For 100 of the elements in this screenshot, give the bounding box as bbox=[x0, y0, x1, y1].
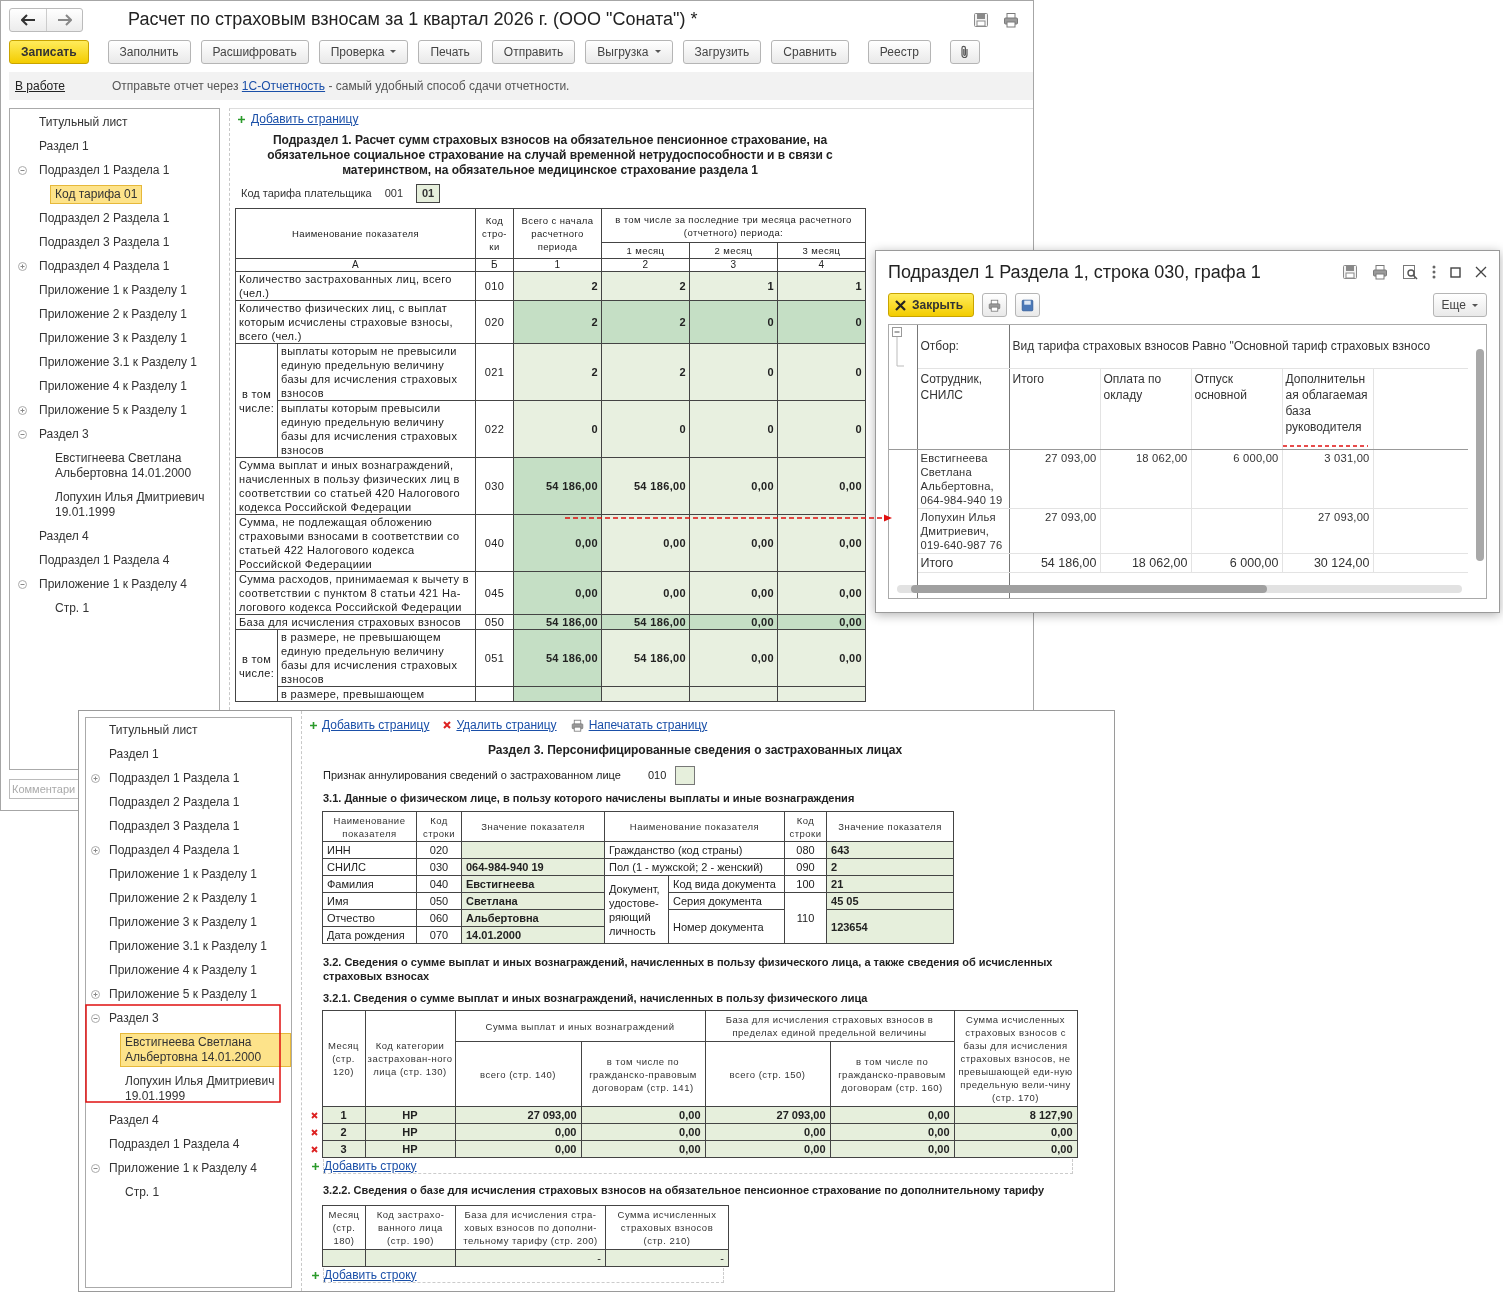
collapse-icon[interactable] bbox=[17, 579, 27, 589]
horizontal-scrollbar[interactable] bbox=[897, 585, 1462, 593]
add-row-link[interactable]: Добавить строку bbox=[323, 1267, 724, 1283]
tariff-field[interactable]: 01 bbox=[416, 183, 441, 203]
tree-item[interactable]: Подраздел 1 Раздела 4 bbox=[104, 1134, 245, 1154]
table-cell: 27 093,00 bbox=[1009, 508, 1100, 553]
toolbar-button[interactable]: Сравнить bbox=[771, 39, 849, 64]
tree-item[interactable]: Приложение 3.1 к Разделу 1 bbox=[104, 936, 272, 956]
tree-item[interactable]: Подраздел 4 Раздела 1 bbox=[34, 256, 175, 276]
close-button[interactable]: Закрыть bbox=[888, 293, 975, 317]
tree-item[interactable]: Раздел 4 bbox=[104, 1110, 164, 1130]
print-icon[interactable] bbox=[1003, 11, 1019, 28]
tree-item[interactable]: Евстигнеева Светлана Альбертовна 14.01.2000 bbox=[120, 1032, 291, 1067]
save-button[interactable] bbox=[1015, 293, 1041, 317]
expand-icon[interactable] bbox=[90, 773, 100, 783]
tree-item[interactable]: Приложение 3 к Разделу 1 bbox=[34, 328, 192, 348]
tree-item[interactable]: Подраздел 2 Раздела 1 bbox=[34, 208, 175, 228]
close-icon[interactable] bbox=[1475, 266, 1487, 278]
toolbar-button[interactable]: Заполнить bbox=[107, 39, 191, 64]
tree-item[interactable]: Приложение 4 к Разделу 1 bbox=[34, 376, 192, 396]
toolbar-button[interactable]: Печать bbox=[418, 39, 482, 64]
delete-icon[interactable] bbox=[311, 1128, 318, 1136]
page-action-link[interactable]: Удалить страницу bbox=[456, 718, 557, 732]
collapse-icon[interactable] bbox=[892, 327, 904, 367]
expand-icon[interactable] bbox=[90, 989, 100, 999]
expand-icon[interactable] bbox=[17, 261, 27, 271]
input-field[interactable] bbox=[675, 765, 696, 785]
collapse-icon[interactable] bbox=[90, 1163, 100, 1173]
tree-item[interactable]: Раздел 1 bbox=[104, 744, 164, 764]
tree-item[interactable]: Приложение 2 к Разделу 1 bbox=[34, 304, 192, 324]
add-row-link[interactable]: Добавить строку bbox=[323, 1158, 1073, 1174]
comment-field[interactable]: Комментари bbox=[9, 779, 79, 799]
dropdown-button[interactable]: Выгрузка bbox=[585, 39, 673, 64]
tree-item[interactable]: Подраздел 4 Раздела 1 bbox=[104, 840, 245, 860]
tree-item[interactable]: Приложение 2 к Разделу 1 bbox=[104, 888, 262, 908]
tree-item[interactable]: Раздел 1 bbox=[34, 136, 94, 156]
caret-icon bbox=[1472, 303, 1478, 307]
more-icon[interactable] bbox=[1432, 265, 1436, 279]
tree-item[interactable]: Подраздел 1 Раздела 4 bbox=[34, 550, 175, 570]
status-link[interactable]: В работе bbox=[15, 79, 65, 93]
tree-item[interactable]: Код тарифа 01 bbox=[50, 184, 143, 204]
notice-link[interactable]: 1С-Отчетность bbox=[241, 79, 326, 93]
tree-item[interactable]: Раздел 4 bbox=[34, 526, 94, 546]
toolbar-button[interactable]: Загрузить bbox=[682, 39, 762, 64]
toolbar-button[interactable]: Расшифровать bbox=[200, 39, 309, 64]
tree-item[interactable]: Подраздел 2 Раздела 1 bbox=[104, 792, 245, 812]
attach-button[interactable] bbox=[949, 39, 980, 64]
delete-icon[interactable] bbox=[311, 1145, 318, 1153]
save-button[interactable]: Записать bbox=[9, 39, 89, 64]
tree-item[interactable]: Приложение 4 к Разделу 1 bbox=[104, 960, 262, 980]
print-button[interactable] bbox=[982, 293, 1008, 317]
collapse-icon[interactable] bbox=[17, 429, 27, 439]
tree-item[interactable]: Приложение 1 к Разделу 1 bbox=[34, 280, 192, 300]
tree-item[interactable]: Евстигнеева Светлана Альбертовна 14.01.2000 bbox=[50, 448, 219, 483]
save-icon[interactable] bbox=[1342, 264, 1358, 280]
collapse-icon[interactable] bbox=[17, 165, 27, 175]
tree-item[interactable]: Подраздел 3 Раздела 1 bbox=[34, 232, 175, 252]
toolbar-button[interactable]: Отправить bbox=[491, 39, 576, 64]
tree-item[interactable]: Раздел 3 bbox=[104, 1008, 164, 1028]
tree-item[interactable]: Лопухин Илья Дмитриевич 19.01.1999 bbox=[120, 1071, 291, 1106]
preview-icon[interactable] bbox=[1402, 264, 1418, 280]
tree-item[interactable]: Лопухин Илья Дмитриевич 19.01.1999 bbox=[50, 487, 219, 522]
tree-item[interactable]: Подраздел 1 Раздела 1 bbox=[104, 768, 245, 788]
tree-item[interactable]: Титульный лист bbox=[34, 112, 133, 132]
tree-item[interactable]: Приложение 3.1 к Разделу 1 bbox=[34, 352, 202, 372]
dropdown-button[interactable]: Проверка bbox=[318, 39, 409, 64]
toolbar-button[interactable]: Реестр bbox=[867, 39, 931, 64]
tree-item[interactable]: Приложение 1 к Разделу 1 bbox=[104, 864, 262, 884]
row-label: Пол (1 - мужской; 2 - женский) bbox=[604, 858, 785, 876]
tree-item[interactable]: Приложение 3 к Разделу 1 bbox=[104, 912, 262, 932]
page-action-link[interactable]: Напечатать страницу bbox=[588, 718, 708, 732]
tree-item[interactable]: Подраздел 3 Раздела 1 bbox=[104, 816, 245, 836]
value-cell: 54 186,00 bbox=[513, 629, 602, 687]
delete-icon[interactable] bbox=[311, 1111, 318, 1119]
more-button[interactable]: Еще bbox=[1432, 293, 1487, 317]
caret-icon bbox=[390, 50, 397, 53]
expand-icon[interactable] bbox=[90, 845, 100, 855]
add-page-link[interactable]: Добавить страницу bbox=[251, 112, 359, 126]
value-field[interactable]: 123654 bbox=[826, 909, 954, 944]
line-code: 030 bbox=[416, 858, 462, 876]
print-icon[interactable] bbox=[1372, 264, 1388, 280]
line-code: 022 bbox=[475, 400, 514, 458]
field-label: Код тарифа плательщика bbox=[241, 187, 372, 199]
page-action-link[interactable]: Добавить страницу bbox=[322, 718, 430, 732]
value-cell: 2 bbox=[601, 271, 690, 301]
tree-item[interactable]: Стр. 1 bbox=[50, 598, 95, 618]
tree-item[interactable]: Приложение 1 к Разделу 4 bbox=[104, 1158, 262, 1178]
tree-item[interactable]: Приложение 5 к Разделу 1 bbox=[104, 984, 262, 1004]
maximize-icon[interactable] bbox=[1450, 266, 1461, 278]
tree-item[interactable]: Подраздел 1 Раздела 1 bbox=[34, 160, 175, 180]
collapse-icon[interactable] bbox=[90, 1013, 100, 1023]
value-cell: 1 bbox=[777, 271, 866, 301]
tree-item[interactable]: Стр. 1 bbox=[120, 1182, 165, 1202]
tree-item[interactable]: Приложение 5 к Разделу 1 bbox=[34, 400, 192, 420]
tree-item[interactable]: Приложение 1 к Разделу 4 bbox=[34, 574, 192, 594]
expand-icon[interactable] bbox=[17, 405, 27, 415]
tree-item[interactable]: Титульный лист bbox=[104, 720, 203, 740]
save-icon[interactable] bbox=[973, 11, 989, 28]
tree-item[interactable]: Раздел 3 bbox=[34, 424, 94, 444]
value-cell: 0,00 bbox=[689, 571, 778, 615]
